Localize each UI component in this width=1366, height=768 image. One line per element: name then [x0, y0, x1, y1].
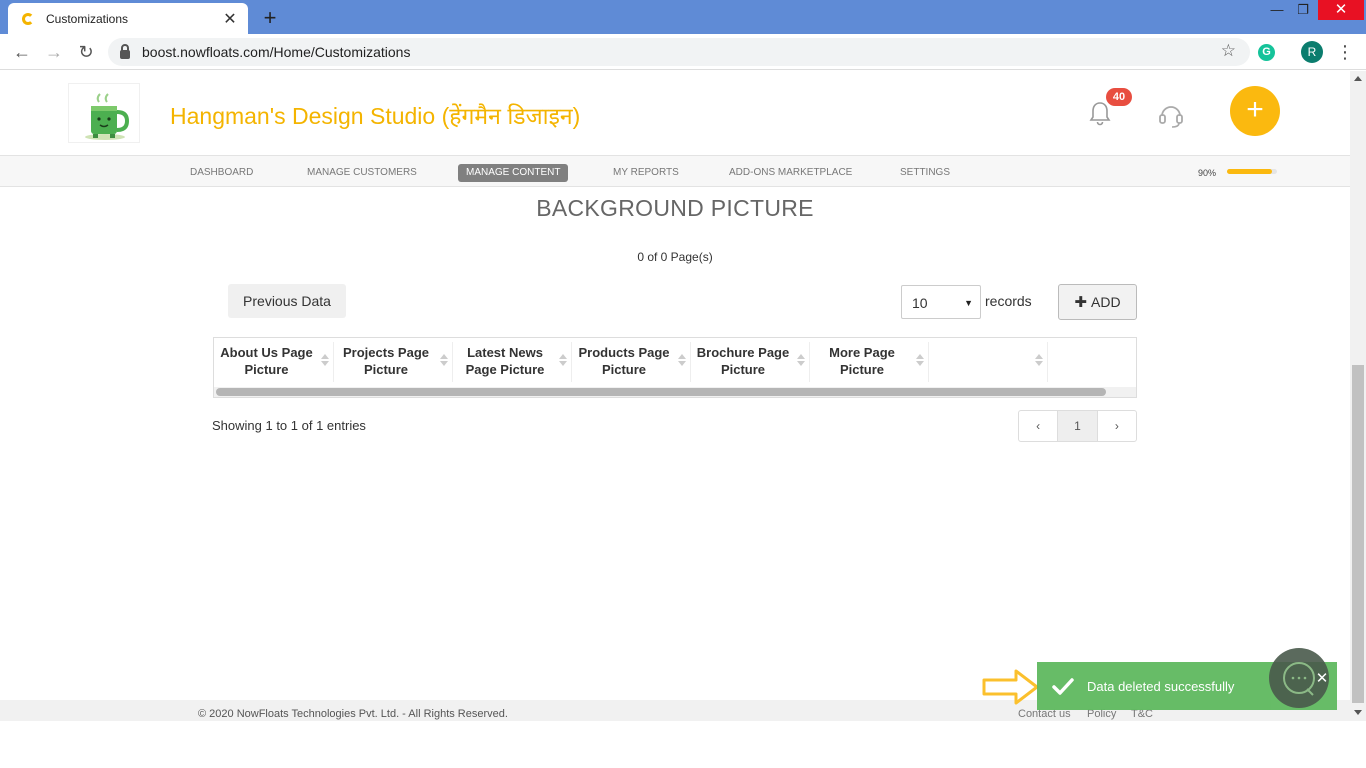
checkmark-icon — [1052, 678, 1074, 695]
nav-manage-content[interactable]: MANAGE CONTENT — [458, 164, 569, 182]
column-header-unnamed[interactable] — [929, 342, 1048, 382]
column-header-more-page[interactable]: More Page Picture — [810, 342, 929, 382]
browser-menu-icon[interactable]: ⋮ — [1336, 40, 1354, 64]
pagination-page-1[interactable]: 1 — [1058, 411, 1098, 441]
pagination-prev-button[interactable]: ‹ — [1019, 411, 1059, 441]
business-name[interactable]: Hangman's Design Studio (हेंगमैन डिजाइन) — [170, 99, 580, 131]
column-header-projects[interactable]: Projects Page Picture — [334, 342, 453, 382]
mug-logo-icon — [85, 93, 130, 140]
copyright-text: © 2020 NowFloats Technologies Pvt. Ltd. … — [198, 708, 508, 720]
page-vertical-scrollbar[interactable] — [1350, 71, 1366, 721]
nav-manage-customers[interactable]: MANAGE CUSTOMERS — [307, 164, 417, 182]
url-field[interactable]: boost.nowfloats.com/Home/Customizations … — [108, 38, 1250, 66]
page-count-text: 0 of 0 Page(s) — [637, 250, 713, 264]
profile-completion-bar — [1227, 169, 1277, 174]
pagination: ‹ 1 › — [1018, 410, 1137, 442]
add-button[interactable]: ✚ ADD — [1058, 284, 1137, 320]
profile-completion-label: 90% — [1198, 168, 1217, 178]
support-headset-icon[interactable] — [1157, 101, 1185, 129]
column-header-label: Brochure Page Picture — [696, 345, 790, 377]
scroll-up-arrow-icon[interactable] — [1354, 76, 1362, 81]
tab-close-icon[interactable]: ✕ — [222, 9, 238, 29]
annotation-arrow-icon — [982, 669, 1039, 705]
dropdown-caret-icon: ▼ — [964, 298, 973, 308]
site-header: Hangman's Design Studio (हेंगमैन डिजाइन)… — [0, 71, 1350, 155]
column-header-label: Projects Page Picture — [343, 345, 429, 377]
column-header-unnamed-2 — [1048, 342, 1167, 382]
url-text: boost.nowfloats.com/Home/Customizations — [142, 44, 411, 60]
notification-bell-icon[interactable] — [1088, 101, 1112, 127]
reload-icon[interactable]: ↻ — [74, 40, 98, 64]
window-close-button[interactable]: ✕ — [1318, 0, 1364, 20]
records-label: records — [985, 293, 1032, 309]
page-content: Hangman's Design Studio (हेंगमैन डिजाइन)… — [0, 71, 1350, 721]
nav-my-reports[interactable]: MY REPORTS — [613, 164, 679, 182]
records-per-page-select[interactable]: 10 ▼ — [901, 285, 981, 319]
profile-avatar[interactable]: R — [1301, 41, 1323, 63]
browser-tab-strip: Customizations ✕ + — ❐ ✕ — [0, 0, 1366, 34]
pagination-next-button[interactable]: › — [1098, 411, 1136, 441]
scroll-down-arrow-icon[interactable] — [1354, 710, 1362, 715]
entries-summary: Showing 1 to 1 of 1 entries — [212, 418, 366, 433]
profile-completion-fill — [1227, 169, 1272, 174]
bookmark-star-icon[interactable]: ☆ — [1221, 41, 1236, 61]
forward-arrow-icon[interactable]: → — [42, 40, 66, 64]
previous-data-button[interactable]: Previous Data — [228, 284, 346, 318]
column-header-label: More Page Picture — [829, 345, 895, 377]
toast-close-icon[interactable]: ✕ — [1314, 671, 1330, 687]
site-favicon-icon — [22, 12, 34, 25]
nav-dashboard[interactable]: DASHBOARD — [190, 164, 253, 182]
column-header-latest-news[interactable]: Latest News Page Picture — [453, 342, 572, 382]
address-bar: ← → ↻ boost.nowfloats.com/Home/Customiza… — [0, 34, 1366, 70]
column-header-label: About Us Page Picture — [220, 345, 313, 377]
tab-title: Customizations — [46, 11, 129, 26]
lock-icon — [120, 43, 130, 59]
page-title: BACKGROUND PICTURE — [536, 195, 814, 221]
new-tab-button[interactable]: + — [259, 5, 281, 31]
table-horizontal-scrollbar[interactable] — [214, 387, 1136, 397]
table-header-row: About Us Page Picture Projects Page Pict… — [214, 342, 1167, 382]
column-header-brochure[interactable]: Brochure Page Picture — [691, 342, 810, 382]
pictures-table: About Us Page Picture Projects Page Pict… — [213, 337, 1137, 398]
quick-add-button[interactable]: + — [1230, 86, 1280, 136]
notification-count-badge: 40 — [1106, 88, 1132, 106]
scrollbar-thumb[interactable] — [1352, 365, 1364, 703]
records-per-page-value: 10 — [912, 295, 928, 311]
scrollbar-thumb[interactable] — [216, 388, 1106, 396]
restore-button[interactable]: ❐ — [1288, 0, 1318, 20]
grammarly-extension-icon[interactable]: G — [1258, 44, 1275, 61]
column-header-products[interactable]: Products Page Picture — [572, 342, 691, 382]
browser-tab[interactable]: Customizations ✕ — [8, 3, 248, 34]
column-header-about-us[interactable]: About Us Page Picture — [214, 342, 334, 382]
nav-addons-marketplace[interactable]: ADD-ONS MARKETPLACE — [729, 164, 852, 182]
column-header-label: Latest News Page Picture — [465, 345, 545, 377]
plus-icon: ✚ — [1074, 294, 1087, 311]
back-arrow-icon[interactable]: ← — [10, 40, 34, 64]
add-button-label: ADD — [1091, 294, 1121, 310]
nav-settings[interactable]: SETTINGS — [900, 164, 950, 182]
business-logo[interactable] — [68, 83, 140, 143]
toast-message: Data deleted successfully — [1087, 678, 1235, 694]
column-header-label: Products Page Picture — [578, 345, 670, 377]
main-navigation: DASHBOARD MANAGE CUSTOMERS MANAGE CONTEN… — [0, 155, 1350, 187]
